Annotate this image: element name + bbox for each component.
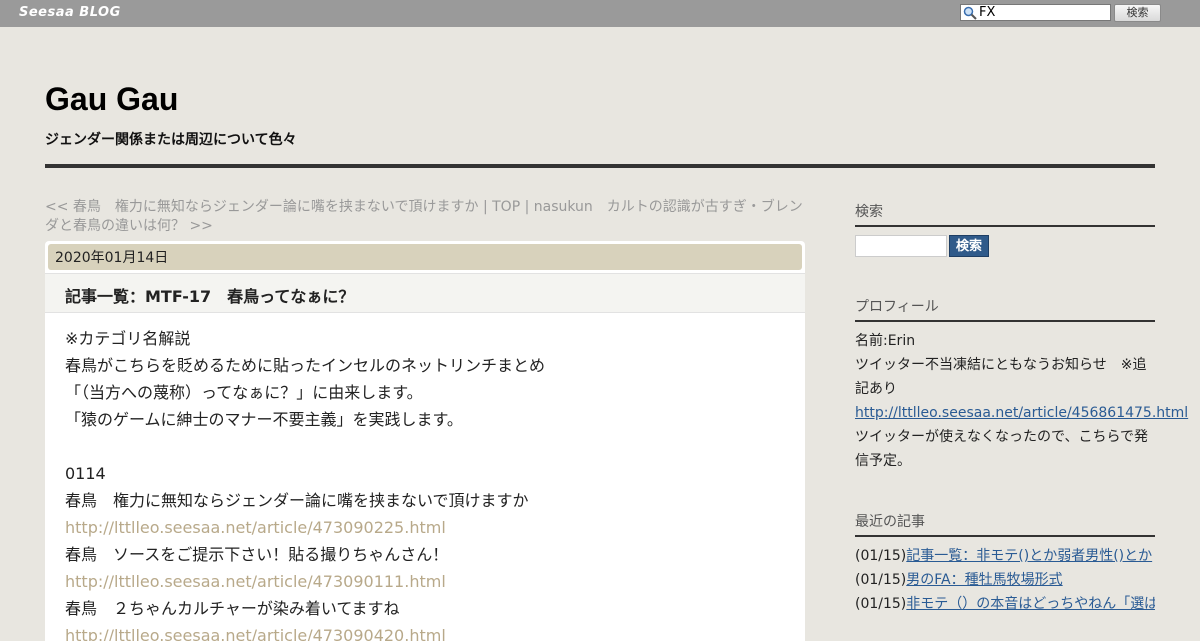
recent-article-item: (01/15)記事一覧：非モテ()とか弱者男性()とか (855, 544, 1155, 568)
article-text-line: 春鳥 ソースをご提示下さい！貼る撮りちゃんさん！ (65, 545, 449, 564)
profile-link[interactable]: http://lttlleo.seesaa.net/article/456861… (855, 405, 1188, 421)
blog-title[interactable]: Gau Gau (45, 81, 178, 118)
profile-text: ツイッターが使えなくなったので、こちらで発 (855, 429, 1149, 445)
article-body: ※カテゴリ名解説春鳥がこちらを貶めるために貼ったインセルのネットリンチまとめ 「（… (65, 325, 785, 641)
nav-separator: | (520, 199, 534, 215)
profile-text: 信予定。 (855, 453, 911, 469)
recent-article-date: (01/15) (855, 548, 907, 564)
recent-article-date: (01/15) (855, 572, 907, 588)
prev-article-link[interactable]: << 春鳥 権力に無知ならジェンダー論に嘴を挟まないで頂けますか (45, 199, 479, 215)
article-link[interactable]: http://lttlleo.seesaa.net/article/473090… (65, 568, 785, 595)
top-bar: Seesaa BLOG 検索 (0, 0, 1200, 27)
article: 2020年01月14日 記事一覧：MTF-17 春鳥ってなぁに？ ※カテゴリ名解… (45, 241, 805, 641)
top-search-box[interactable] (960, 4, 1111, 21)
recent-heading: 最近の記事 (855, 511, 1155, 537)
recent-article-date: (01/15) (855, 596, 907, 612)
top-search-input[interactable] (979, 5, 1109, 20)
top-link[interactable]: TOP (492, 199, 520, 215)
search-heading: 検索 (855, 201, 1155, 227)
sidebar-search-button[interactable]: 検索 (949, 235, 989, 257)
recent-article-link[interactable]: 記事一覧：非モテ()とか弱者男性()とか (906, 548, 1152, 564)
sidebar-search-input[interactable] (855, 235, 947, 257)
search-icon (963, 6, 977, 20)
profile-name: 名前:Erin (855, 333, 916, 349)
profile-text: ツイッター不当凍結にともなうお知らせ ※追 (855, 357, 1147, 373)
top-search-button[interactable]: 検索 (1114, 4, 1161, 22)
article-text-line: 「猿のゲームに紳士のマナー不要主義」を実践します。 (65, 410, 463, 429)
recent-article-link[interactable]: 男のFA：種牡馬牧場形式 (906, 572, 1062, 588)
profile-heading: プロフィール (855, 296, 1155, 322)
article-text-line: 春鳥 ２ちゃんカルチャーが染み着いてますね (65, 599, 400, 618)
article-link[interactable]: http://lttlleo.seesaa.net/article/473090… (65, 514, 785, 541)
seesaa-blog-logo[interactable]: Seesaa BLOG (19, 5, 121, 20)
article-date: 2020年01月14日 (48, 244, 802, 270)
article-title[interactable]: 記事一覧：MTF-17 春鳥ってなぁに？ (65, 283, 354, 307)
profile-section: 名前:Erin ツイッター不当凍結にともなうお知らせ ※追 記あり http:/… (855, 329, 1188, 473)
article-text-line: ※カテゴリ名解説 (65, 329, 191, 348)
recent-article-item: (01/15)非モテ（）の本音はどっちやねん「選ばれたい/与えられたい」 (855, 592, 1155, 616)
article-text-line: 春鳥 権力に無知ならジェンダー論に嘴を挟まないで頂けますか (65, 491, 529, 510)
article-navigation: << 春鳥 権力に無知ならジェンダー論に嘴を挟まないで頂けますか | TOP |… (45, 198, 805, 236)
article-text-line: 春鳥がこちらを貶めるために貼ったインセルのネットリンチまとめ (65, 356, 546, 375)
article-link[interactable]: http://lttlleo.seesaa.net/article/473090… (65, 622, 785, 641)
recent-article-item: (01/15)男のFA：種牡馬牧場形式 (855, 568, 1155, 592)
header-divider (45, 164, 1155, 168)
article-text-line (65, 433, 785, 460)
recent-article-link[interactable]: 非モテ（）の本音はどっちやねん「選ばれたい/与えられたい」 (906, 596, 1155, 612)
profile-text: 記あり (855, 381, 897, 397)
recent-articles: (01/15)記事一覧：非モテ()とか弱者男性()とか (01/15)男のFA：種… (855, 544, 1155, 616)
nav-separator: | (478, 199, 493, 215)
article-text-line: 「（当方への蔑称）ってなぁに？」に由来します。 (65, 383, 423, 402)
blog-description: ジェンダー関係または周辺について色々 (45, 132, 297, 148)
article-text-line: 0114 (65, 464, 106, 483)
article-title-bar: 記事一覧：MTF-17 春鳥ってなぁに？ (45, 273, 805, 313)
